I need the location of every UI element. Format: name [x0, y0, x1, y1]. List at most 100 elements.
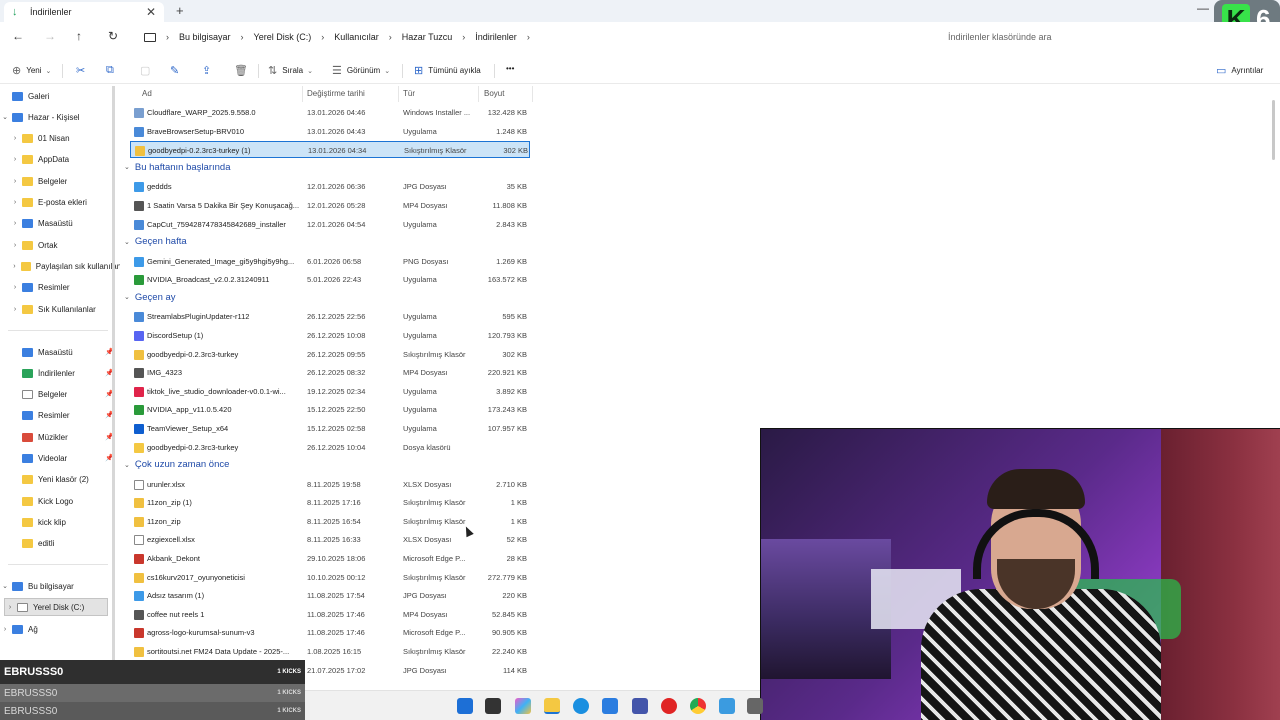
rename-icon[interactable]: ✎: [170, 64, 184, 77]
file-row[interactable]: Adsız tasarım (1) 11.08.2025 17:54 JPG Dos…: [130, 587, 530, 604]
sidebar-item-folder[interactable]: › Masaüstü: [10, 214, 120, 232]
sidebar-item-folder[interactable]: › Resimler: [10, 278, 120, 296]
sidebar-item-folder[interactable]: › E-posta ekleri: [10, 193, 120, 211]
quick-access-item[interactable]: editli: [10, 534, 120, 552]
chevron-right-icon[interactable]: ›: [462, 32, 465, 42]
sort-button[interactable]: ⇅ Sırala ⌄: [268, 64, 313, 77]
minimize-button[interactable]: —: [1197, 1, 1209, 15]
quick-access-item[interactable]: Masaüstü 📌: [10, 343, 120, 361]
quick-access-item[interactable]: Belgeler 📌: [10, 385, 120, 403]
sidebar-item-gallery[interactable]: Galeri: [0, 87, 110, 105]
file-row[interactable]: agross-logo-kurumsal-sunum-v3 11.08.2025 …: [130, 624, 530, 641]
file-row[interactable]: 11zon_zip (1) 8.11.2025 17:16 Sıkıştırılmı…: [130, 494, 530, 511]
search-input[interactable]: İndirilenler klasöründe ara: [940, 26, 1212, 48]
crumb-users[interactable]: Kullanıcılar: [334, 32, 379, 42]
sidebar-scrollbar[interactable]: [112, 86, 115, 660]
view-button[interactable]: ☰ Görünüm ⌄: [332, 64, 390, 77]
cut-icon[interactable]: ✂: [76, 64, 90, 77]
new-tab-button[interactable]: +: [176, 3, 184, 18]
up-arrow-icon[interactable]: ↑: [76, 29, 82, 43]
chevron-right-icon[interactable]: ›: [527, 32, 530, 42]
file-row[interactable]: sortitoutsi.net FM24 Data Update - 2025-…: [130, 643, 530, 660]
delete-icon[interactable]: 🗑: [234, 64, 253, 77]
quick-access-item[interactable]: Müzikler 📌: [10, 428, 120, 446]
edge-icon[interactable]: [573, 698, 589, 714]
sidebar-item-folder[interactable]: › Belgeler: [10, 172, 120, 190]
sidebar-item-folder[interactable]: › Ortak: [10, 236, 120, 254]
quick-access-item[interactable]: Kick Logo: [10, 492, 120, 510]
sidebar-item-home[interactable]: ⌄ Hazar - Kişisel: [0, 108, 110, 126]
file-row[interactable]: coffee nut reels 1 11.08.2025 17:46 MP4 Do…: [130, 606, 530, 623]
refresh-icon[interactable]: ↻: [108, 29, 118, 43]
chevron-right-icon[interactable]: ›: [241, 32, 244, 42]
store-icon[interactable]: [602, 698, 618, 714]
chevron-right-icon[interactable]: ›: [321, 32, 324, 42]
crumb-this-pc[interactable]: Bu bilgisayar: [179, 32, 231, 42]
chevron-right-icon[interactable]: ›: [10, 284, 20, 291]
column-divider[interactable]: [398, 86, 399, 102]
forward-arrow-icon[interactable]: →: [44, 29, 56, 43]
file-row[interactable]: CapCut_7594287478345842689_installer 12.0…: [130, 216, 530, 233]
task-view-icon[interactable]: [485, 698, 501, 714]
chrome-icon[interactable]: [690, 698, 706, 714]
chevron-right-icon[interactable]: ›: [10, 306, 20, 313]
new-button[interactable]: ⊕ Yeni ⌄: [12, 64, 51, 77]
quick-access-item[interactable]: kick klip: [10, 513, 120, 531]
paste-icon[interactable]: ▢: [140, 64, 155, 77]
crumb-downloads[interactable]: İndirilenler: [475, 32, 517, 42]
sidebar-item-folder[interactable]: ›Paylaşılan sık kullanılanlar: [10, 257, 120, 275]
chevron-down-icon[interactable]: ⌄: [124, 238, 130, 246]
close-tab-icon[interactable]: ✕: [146, 5, 156, 19]
chevron-right-icon[interactable]: ›: [5, 604, 15, 611]
sidebar-item-folder[interactable]: › 01 Nisan: [10, 129, 120, 147]
content-scrollbar[interactable]: [1272, 100, 1275, 160]
sidebar-item-this-pc[interactable]: ⌄ Bu bilgisayar: [0, 577, 110, 595]
chevron-right-icon[interactable]: ›: [10, 242, 20, 249]
chevron-right-icon[interactable]: ›: [10, 135, 20, 142]
group-header[interactable]: ⌄ Geçen hafta: [124, 236, 187, 247]
sidebar-item-network[interactable]: › Ağ: [0, 620, 110, 638]
file-row[interactable]: BraveBrowserSetup-BRV010 13.01.2026 04:43…: [130, 123, 530, 140]
chevron-right-icon[interactable]: ›: [10, 199, 20, 206]
file-row[interactable]: StreamlabsPluginUpdater-r112 26.12.2025 2…: [130, 308, 530, 325]
chevron-down-icon[interactable]: ⌄: [0, 113, 10, 121]
file-explorer-icon[interactable]: [544, 698, 560, 714]
column-header-size[interactable]: Boyut: [484, 89, 504, 98]
file-row[interactable]: Akbank_Dekont 29.10.2025 18:06 Microsoft E…: [130, 550, 530, 567]
chevron-down-icon[interactable]: ⌄: [124, 293, 130, 301]
file-row[interactable]: Cloudflare_WARP_2025.9.558.0 13.01.2026 0…: [130, 104, 530, 121]
copilot-icon[interactable]: [515, 698, 531, 714]
chevron-right-icon[interactable]: ›: [10, 220, 20, 227]
share-icon[interactable]: ⇪: [202, 64, 216, 77]
crumb-local-disk[interactable]: Yerel Disk (C:): [254, 32, 312, 42]
column-divider[interactable]: [302, 86, 303, 102]
file-row[interactable]: goodbyedpi-0.2.3rc3-turkey 26.12.2025 10:…: [130, 439, 530, 456]
breadcrumb[interactable]: › Bu bilgisayar › Yerel Disk (C:) › Kull…: [136, 26, 540, 48]
quick-access-item[interactable]: Videolar 📌: [10, 449, 120, 467]
start-icon[interactable]: [457, 698, 473, 714]
chevron-right-icon[interactable]: ›: [389, 32, 392, 42]
opera-icon[interactable]: [661, 698, 677, 714]
sidebar-item-folder[interactable]: › AppData: [10, 150, 120, 168]
chevron-right-icon[interactable]: ›: [10, 156, 20, 163]
quick-access-item[interactable]: Yeni klasör (2): [10, 470, 120, 488]
quick-access-item[interactable]: İndirilenler 📌: [10, 364, 120, 382]
column-divider[interactable]: [532, 86, 533, 102]
tab-downloads[interactable]: ↓ İndirilenler ✕: [4, 2, 164, 22]
chevron-right-icon[interactable]: ›: [166, 32, 169, 42]
chevron-right-icon[interactable]: ›: [0, 626, 10, 633]
more-options-button[interactable]: •••: [506, 64, 514, 73]
column-header-type[interactable]: Tür: [403, 89, 415, 98]
extract-all-button[interactable]: ⊞ Tümünü ayıkla: [414, 64, 481, 77]
chevron-down-icon[interactable]: ⌄: [124, 163, 130, 171]
group-header[interactable]: ⌄ Bu haftanın başlarında: [124, 162, 230, 173]
crumb-user[interactable]: Hazar Tuzcu: [402, 32, 453, 42]
file-row[interactable]: Gemini_Generated_Image_gi5y9hgi5y9hg... 6…: [130, 253, 530, 270]
chevron-right-icon[interactable]: ›: [10, 263, 19, 270]
column-header-name[interactable]: Ad: [142, 89, 152, 98]
quick-access-item[interactable]: Resimler 📌: [10, 406, 120, 424]
photos-icon[interactable]: [719, 698, 735, 714]
details-button[interactable]: ▭ Ayrıntılar: [1216, 64, 1263, 77]
file-row[interactable]: NVIDIA_app_v11.0.5.420 15.12.2025 22:50 Uy…: [130, 401, 530, 418]
file-row[interactable]: TeamViewer_Setup_x64 15.12.2025 02:58 Uygu…: [130, 420, 530, 437]
